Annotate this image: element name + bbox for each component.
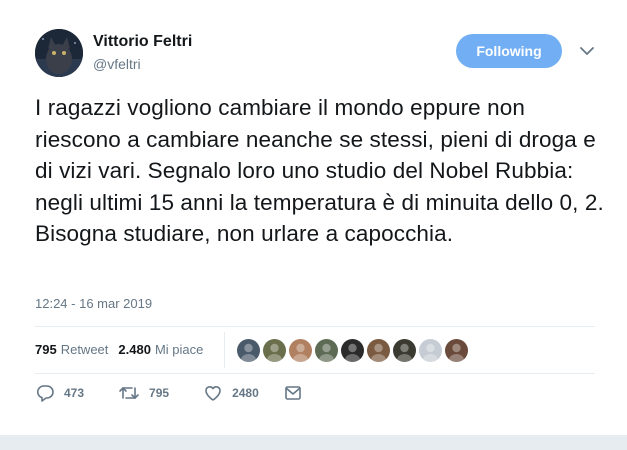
divider: [35, 326, 595, 327]
retweet-label: Retweet: [60, 342, 109, 357]
tweet-actions: 473 795 2480: [35, 384, 303, 402]
reply-button[interactable]: 473: [35, 384, 84, 402]
heart-icon: [205, 386, 221, 401]
liker-avatar-5[interactable]: [341, 339, 364, 362]
liker-avatar-8[interactable]: [419, 339, 442, 362]
like-action-count: 2480: [232, 386, 259, 400]
reply-count: 473: [64, 386, 85, 400]
liker-avatar-6[interactable]: [367, 339, 390, 362]
stats-separator: [224, 332, 225, 368]
author-handle[interactable]: @vfeltri: [93, 55, 141, 73]
bottom-strip: [0, 435, 627, 450]
likers-avatars: [237, 339, 471, 362]
author-avatar[interactable]: [35, 29, 83, 77]
author-name[interactable]: Vittorio Feltri: [93, 32, 192, 52]
like-count: 2.480: [118, 342, 151, 357]
liker-avatar-3[interactable]: [289, 339, 312, 362]
tweet-stats: 795 Retweet 2.480 Mi piace: [35, 342, 213, 358]
retweet-icon: [119, 387, 139, 399]
direct-message-button[interactable]: [283, 384, 303, 402]
envelope-icon: [284, 386, 301, 400]
like-label: Mi piace: [154, 342, 204, 357]
tweet-timestamp[interactable]: 12:24 - 16 mar 2019: [35, 295, 152, 313]
liker-avatar-4[interactable]: [315, 339, 338, 362]
liker-avatar-7[interactable]: [393, 339, 416, 362]
chevron-down-icon[interactable]: [578, 44, 596, 58]
retweet-action-count: 795: [149, 386, 170, 400]
retweet-count: 795: [35, 342, 57, 357]
retweet-stat[interactable]: 795 Retweet: [35, 342, 108, 358]
liker-avatar-1[interactable]: [237, 339, 260, 362]
tweet-text: I ragazzi vogliono cambiare il mondo epp…: [35, 95, 604, 246]
tweet-card: Vittorio Feltri @vfeltri Following I rag…: [0, 0, 627, 435]
like-button[interactable]: 2480: [203, 384, 259, 402]
divider: [35, 373, 595, 374]
retweet-button[interactable]: 795: [118, 384, 169, 402]
reply-icon: [36, 385, 54, 402]
liker-avatar-2[interactable]: [263, 339, 286, 362]
following-button[interactable]: Following: [456, 34, 562, 68]
liker-avatar-9[interactable]: [445, 339, 468, 362]
like-stat[interactable]: 2.480 Mi piace: [118, 342, 203, 358]
